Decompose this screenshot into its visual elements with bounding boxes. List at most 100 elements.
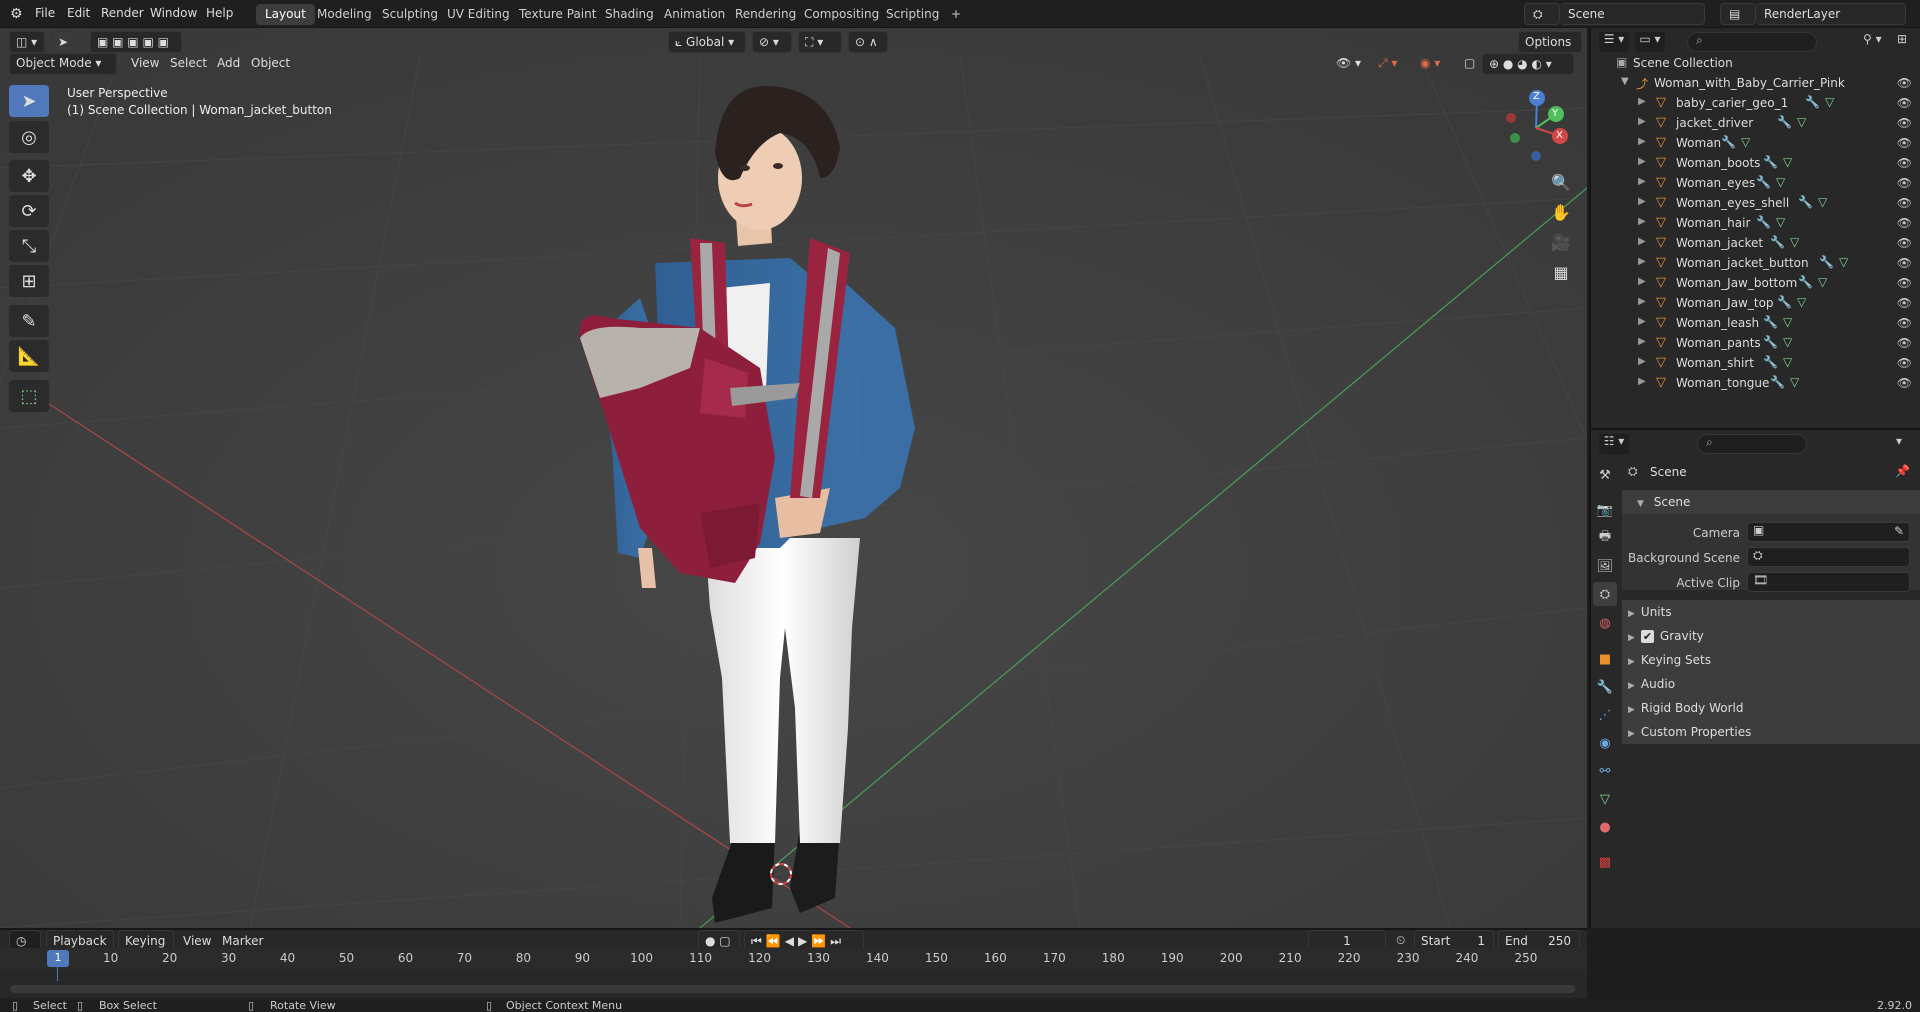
add-cube-tool[interactable]: ⬚: [9, 380, 49, 412]
expand-arrow-icon[interactable]: ▶: [1638, 156, 1646, 167]
options-dropdown[interactable]: Options ▾: [1518, 31, 1582, 63]
expand-arrow-icon[interactable]: ▶: [1638, 356, 1646, 367]
mesh-data-icon[interactable]: ▽: [1783, 315, 1792, 329]
outliner-item[interactable]: ▶ ▽ Woman_tongue 🔧 ▽ 👁: [1591, 373, 1920, 393]
tab-layout[interactable]: Layout: [256, 4, 315, 25]
expand-arrow-icon[interactable]: ▶: [1638, 196, 1646, 207]
mesh-data-icon[interactable]: ▽: [1818, 275, 1827, 289]
subpanel-audio[interactable]: ▶ Audio: [1628, 677, 1908, 697]
pin-icon[interactable]: 📌: [1895, 464, 1910, 478]
constraints-tab[interactable]: ⚯: [1593, 759, 1617, 783]
mesh-data-icon[interactable]: ▽: [1790, 235, 1799, 249]
view-layer-tab[interactable]: 🖼: [1593, 554, 1617, 578]
outliner-item[interactable]: ▶ ▽ Woman_pants 🔧 ▽ 👁: [1591, 333, 1920, 353]
world-tab[interactable]: ◍: [1593, 611, 1617, 635]
mesh-data-icon[interactable]: ▽: [1797, 295, 1806, 309]
eye-icon[interactable]: 👁: [1897, 156, 1912, 170]
render-layer-field[interactable]: RenderLayer: [1756, 3, 1906, 25]
playhead-frame-badge[interactable]: 1: [47, 950, 69, 967]
new-collection-icon[interactable]: ⊞: [1897, 32, 1917, 52]
timeline-menu-marker[interactable]: Marker: [222, 934, 263, 948]
shading-mode-icons[interactable]: ⊕ ● ◕ ◐ ▾: [1482, 53, 1574, 75]
mesh-data-icon[interactable]: ▽: [1776, 175, 1785, 189]
menu-file[interactable]: File: [35, 6, 55, 20]
texture-tab[interactable]: ▩: [1593, 850, 1617, 874]
tab-scripting[interactable]: Scripting: [877, 4, 948, 25]
selection-mode-icons[interactable]: ▣ ▣ ▣ ▣ ▣: [90, 31, 182, 53]
visibility-icon[interactable]: 👁 ▾: [1330, 53, 1370, 75]
play-icon[interactable]: ▶: [798, 934, 811, 948]
eye-icon[interactable]: 👁: [1897, 296, 1912, 310]
dropdown-chevron-icon[interactable]: ▾: [1896, 434, 1916, 454]
data-tab[interactable]: ▽: [1593, 787, 1617, 811]
scene-panel-header[interactable]: ▼ Scene: [1622, 490, 1920, 514]
mesh-data-icon[interactable]: ▽: [1818, 195, 1827, 209]
collapse-arrow-icon[interactable]: ▼: [1621, 76, 1629, 87]
subpanel-gravity[interactable]: ▶ ✔ Gravity: [1628, 629, 1908, 649]
outliner-item[interactable]: ▶ ▽ Woman_hair 🔧 ▽ 👁: [1591, 213, 1920, 233]
expand-arrow-icon[interactable]: ▶: [1638, 136, 1646, 147]
tab-animation[interactable]: Animation: [655, 4, 734, 25]
modifier-wrench-icon[interactable]: 🔧: [1721, 135, 1736, 149]
display-mode-icon[interactable]: ▭ ▾: [1635, 32, 1665, 52]
jump-start-icon[interactable]: ⏮: [751, 934, 766, 948]
expand-arrow-icon[interactable]: ▶: [1638, 176, 1646, 187]
tab-modeling[interactable]: Modeling: [308, 4, 381, 25]
subpanel-rigid-body-world[interactable]: ▶ Rigid Body World: [1628, 701, 1908, 721]
annotate-tool[interactable]: ✎: [9, 305, 49, 337]
camera-field[interactable]: ▣ ✎: [1747, 522, 1910, 542]
tab-sculpting[interactable]: Sculpting: [373, 4, 447, 25]
mesh-data-icon[interactable]: ▽: [1783, 355, 1792, 369]
expand-arrow-icon[interactable]: ▶: [1638, 276, 1646, 287]
scene-selector-icon[interactable]: ⛭: [1524, 3, 1560, 25]
outliner-item[interactable]: ▶ ▽ Woman 🔧 ▽ 👁: [1591, 133, 1920, 153]
eye-icon[interactable]: 👁: [1897, 216, 1912, 230]
select-tool-icon[interactable]: ➤: [51, 31, 73, 53]
add-workspace-button[interactable]: +: [942, 4, 970, 25]
tab-uv-editing[interactable]: UV Editing: [438, 4, 519, 25]
rotate-tool[interactable]: ⟳: [9, 195, 49, 227]
editor-type-icon[interactable]: ◫ ▾: [9, 31, 45, 53]
next-key-icon[interactable]: ⏩: [811, 934, 830, 948]
modifier-wrench-icon[interactable]: 🔧: [1819, 255, 1834, 269]
scale-tool[interactable]: ⤡: [9, 230, 49, 262]
play-reverse-icon[interactable]: ◀: [785, 934, 798, 948]
scene-name-field[interactable]: Scene: [1560, 3, 1705, 25]
modifier-wrench-icon[interactable]: 🔧: [1756, 175, 1771, 189]
active-clip-field[interactable]: 🎞: [1747, 572, 1910, 592]
tab-compositing[interactable]: Compositing: [795, 4, 888, 25]
output-tab[interactable]: 🖶: [1593, 526, 1617, 550]
object-tab[interactable]: ■: [1593, 647, 1617, 671]
properties-editor-icon[interactable]: ☷ ▾: [1599, 434, 1629, 454]
eye-icon[interactable]: 👁: [1897, 276, 1912, 290]
mesh-data-icon[interactable]: ▽: [1783, 155, 1792, 169]
cursor-tool[interactable]: ◎: [9, 121, 49, 153]
expand-arrow-icon[interactable]: ▶: [1638, 96, 1646, 107]
eye-icon[interactable]: 👁: [1897, 176, 1912, 190]
outliner-item[interactable]: ▶ ▽ Woman_jacket 🔧 ▽ 👁: [1591, 233, 1920, 253]
outliner-editor-icon[interactable]: ☰ ▾: [1599, 32, 1629, 52]
menu-object[interactable]: Object: [251, 56, 290, 70]
eyedropper-icon[interactable]: ✎: [1894, 524, 1904, 538]
transform-orientation-dropdown[interactable]: ⟀ Global ▾: [668, 31, 746, 53]
eye-icon[interactable]: 👁: [1897, 316, 1912, 330]
timeline-menu-view[interactable]: View: [183, 934, 211, 948]
menu-select[interactable]: Select: [170, 56, 207, 70]
select-box-tool[interactable]: ➤: [9, 85, 49, 117]
mesh-data-icon[interactable]: ▽: [1839, 255, 1848, 269]
background-scene-field[interactable]: ⛭: [1747, 547, 1910, 567]
outliner-scene-collection[interactable]: ▣ Scene Collection: [1591, 53, 1920, 73]
modifier-wrench-icon[interactable]: 🔧: [1756, 215, 1771, 229]
menu-render[interactable]: Render: [101, 6, 144, 20]
outliner-item[interactable]: ▶ ▽ Woman_shirt 🔧 ▽ 👁: [1591, 353, 1920, 373]
timeline-scrollbar[interactable]: [10, 985, 1575, 993]
outliner-item[interactable]: ▶ ▽ jacket_driver 🔧 ▽ 👁: [1591, 113, 1920, 133]
xray-icon[interactable]: ▢: [1458, 53, 1480, 75]
eye-icon[interactable]: 👁: [1897, 116, 1912, 130]
expand-arrow-icon[interactable]: ▶: [1638, 216, 1646, 227]
subpanel-custom-properties[interactable]: ▶ Custom Properties: [1628, 725, 1908, 745]
render-layer-icon[interactable]: ▤: [1720, 3, 1756, 25]
eye-icon[interactable]: 👁: [1897, 196, 1912, 210]
expand-arrow-icon[interactable]: ▶: [1638, 256, 1646, 267]
modifier-wrench-icon[interactable]: 🔧: [1763, 155, 1778, 169]
